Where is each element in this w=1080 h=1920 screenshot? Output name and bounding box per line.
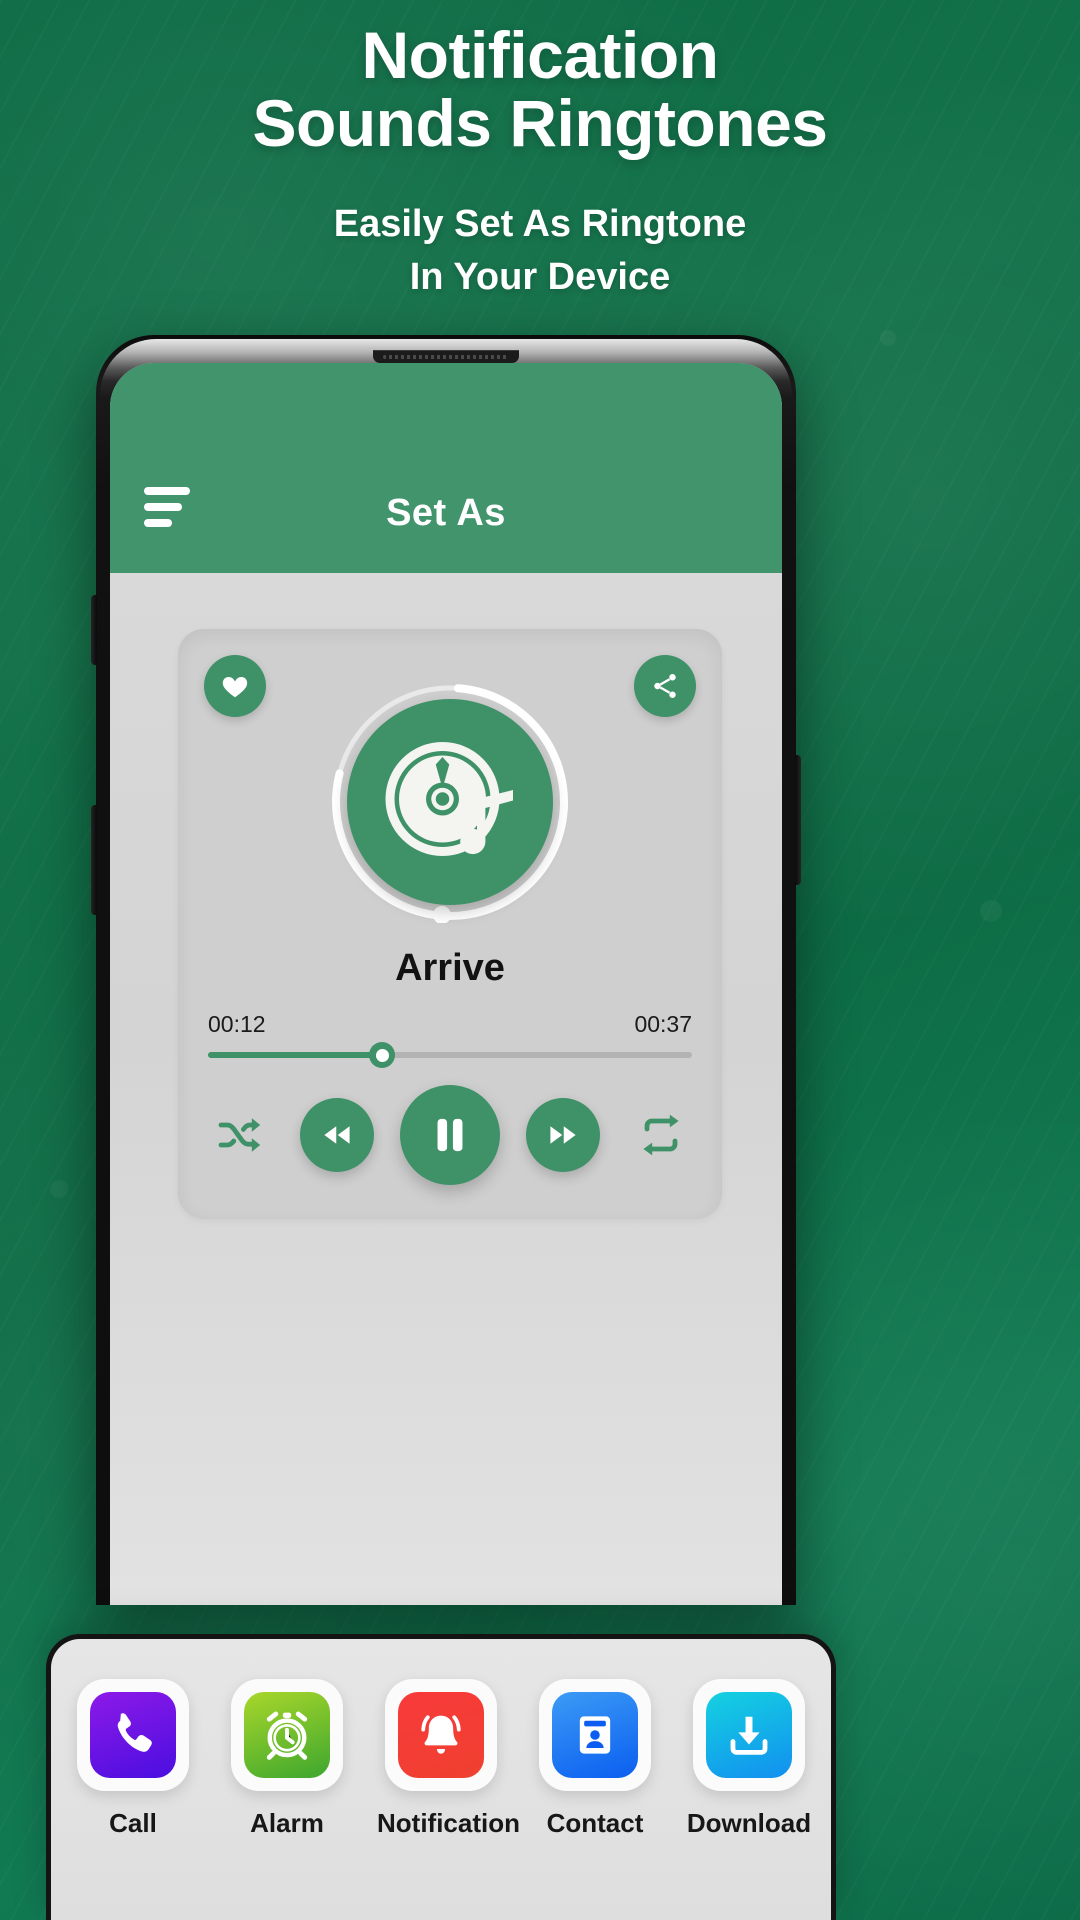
fast-forward-icon <box>550 1126 576 1144</box>
alarm-clock-icon <box>266 1711 308 1760</box>
dock-label: Call <box>109 1808 157 1838</box>
heart-icon <box>222 677 248 698</box>
rewind-icon <box>324 1126 350 1144</box>
dock-item-notification[interactable]: Notification <box>377 1679 520 1839</box>
favorite-button[interactable] <box>204 655 266 717</box>
promo-headline-block: Notification Sounds Ringtones Easily Set… <box>0 18 1080 303</box>
artwork-progress-ring <box>329 681 571 923</box>
dock-label: Contact <box>546 1808 644 1838</box>
icon-plate <box>693 1679 805 1791</box>
song-title: Arrive <box>395 947 505 989</box>
seek-bar-area: 00:12 00:37 <box>208 1011 692 1068</box>
dock-label: Alarm <box>250 1808 324 1838</box>
seek-fill <box>208 1052 383 1058</box>
share-button[interactable] <box>634 655 696 717</box>
phone-icon <box>117 1713 152 1752</box>
promo-subtitle-line2: In Your Device <box>409 256 671 299</box>
dock-label: Notification <box>377 1808 520 1838</box>
album-artwork <box>347 699 553 905</box>
icon-plate <box>231 1679 343 1791</box>
phone-mockup: Set As Arrive 00:12 00:37 <box>91 335 801 1605</box>
app-content: Arrive 00:12 00:37 <box>110 573 782 1605</box>
seek-track[interactable] <box>208 1042 692 1068</box>
total-time-label: 00:37 <box>634 1011 692 1037</box>
phone-screen: Set As Arrive 00:12 00:37 <box>110 363 782 1605</box>
rewind-button[interactable] <box>300 1098 374 1172</box>
contact-icon-tile <box>552 1692 638 1778</box>
bg-bubble <box>50 1180 68 1198</box>
dock-item-download[interactable]: Download <box>685 1679 813 1839</box>
playback-controls <box>204 1085 696 1185</box>
bg-bubble <box>880 330 896 346</box>
call-icon-tile <box>90 1692 176 1778</box>
pause-icon <box>437 1118 463 1152</box>
phone-side-button-volume-down <box>91 805 97 915</box>
notification-icon-tile <box>398 1692 484 1778</box>
phone-side-button-volume-up <box>91 595 97 665</box>
dock-items: Call Alarm Notification Contact Download <box>51 1679 831 1839</box>
promo-title-line2: Sounds Ringtones <box>252 85 828 160</box>
current-time-label: 00:12 <box>208 1011 266 1037</box>
alarm-icon-tile <box>244 1692 330 1778</box>
pause-button[interactable] <box>400 1085 500 1185</box>
promo-subtitle-line1: Easily Set As Ringtone <box>333 202 747 245</box>
download-icon-tile <box>706 1692 792 1778</box>
repeat-button[interactable] <box>626 1100 696 1170</box>
app-bar: Set As <box>110 363 782 573</box>
shuffle-icon <box>218 1118 261 1152</box>
cd-music-note-icon <box>385 742 513 856</box>
bottom-dock: Call Alarm Notification Contact Download <box>46 1634 836 1920</box>
promo-title-line1: Notification <box>361 18 719 92</box>
dock-item-contact[interactable]: Contact <box>531 1679 659 1839</box>
repeat-icon <box>643 1114 679 1156</box>
fast-forward-button[interactable] <box>526 1098 600 1172</box>
icon-plate <box>539 1679 651 1791</box>
dock-item-call[interactable]: Call <box>69 1679 197 1839</box>
time-labels: 00:12 00:37 <box>208 1011 692 1038</box>
app-bar-title: Set As <box>386 492 506 534</box>
shuffle-button[interactable] <box>204 1100 274 1170</box>
seek-thumb[interactable] <box>369 1042 396 1068</box>
bell-icon <box>421 1715 461 1754</box>
dock-label: Download <box>686 1808 812 1838</box>
icon-plate <box>385 1679 497 1791</box>
phone-earpiece-speaker <box>373 350 519 363</box>
download-icon <box>730 1716 768 1755</box>
dock-item-alarm[interactable]: Alarm <box>223 1679 351 1839</box>
phone-side-button-power <box>795 755 801 885</box>
bg-bubble <box>980 900 1002 922</box>
icon-plate <box>77 1679 189 1791</box>
contact-card-icon <box>579 1716 611 1754</box>
player-card: Arrive 00:12 00:37 <box>178 629 722 1219</box>
share-icon <box>654 674 676 698</box>
